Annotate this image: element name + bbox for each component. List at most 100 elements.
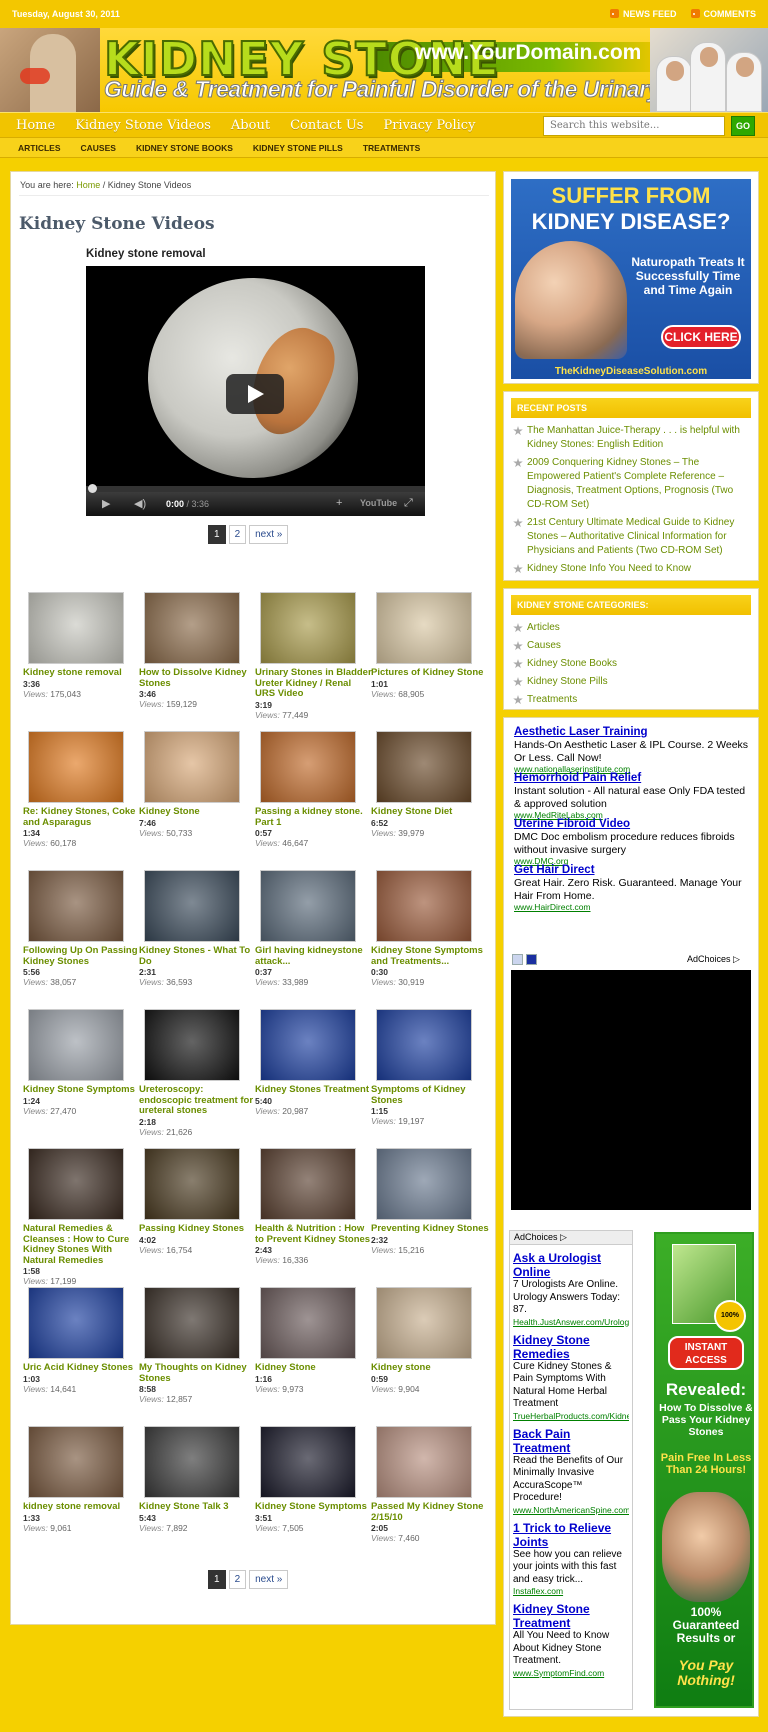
video-thumbnail[interactable] xyxy=(28,1426,124,1498)
recent-post-link[interactable]: 2009 Conquering Kidney Stones – The Empo… xyxy=(511,456,751,512)
video-item[interactable]: Preventing Kidney Stones 2:32 Views: 15,21… xyxy=(371,1148,489,1255)
ad-title-link[interactable]: Kidney Stone Remedies xyxy=(513,1333,629,1361)
video-title-link[interactable]: Passing Kidney Stones xyxy=(139,1223,257,1235)
nav-privacy-policy[interactable]: Privacy Policy xyxy=(373,118,485,133)
video-item[interactable]: Uric Acid Kidney Stones 1:03 Views: 14,641 xyxy=(23,1287,133,1394)
video-thumbnail[interactable] xyxy=(260,1426,356,1498)
breadcrumb-home[interactable]: Home xyxy=(76,180,100,190)
nav-contact-us[interactable]: Contact Us xyxy=(280,118,373,133)
recent-post-link[interactable]: The Manhattan Juice-Therapy . . . is hel… xyxy=(511,424,751,452)
video-title-link[interactable]: Passed My Kidney Stone 2/15/10 xyxy=(371,1501,489,1523)
video-item[interactable]: How to Dissolve Kidney Stones 3:46 Views: … xyxy=(139,592,249,709)
video-thumbnail[interactable] xyxy=(28,1148,124,1220)
video-item[interactable]: Kidney Stones Treatment 5:40 Views: 20,987 xyxy=(255,1009,369,1116)
ad-title-link[interactable]: Ask a Urologist Online xyxy=(513,1251,629,1279)
video-item[interactable]: Urinary Stones in Bladder Ureter Kidney … xyxy=(255,592,372,720)
video-ad-placeholder[interactable] xyxy=(511,970,751,1210)
text-ad[interactable]: 1 Trick to Relieve Joints See how you can… xyxy=(510,1521,632,1597)
text-ad[interactable]: Aesthetic Laser Training Hands-On Aesthet… xyxy=(514,726,750,774)
page-1[interactable]: 1 xyxy=(208,525,226,544)
video-title-link[interactable]: Urinary Stones in Bladder Ureter Kidney … xyxy=(255,667,373,700)
text-ad[interactable]: Kidney Stone Treatment All You Need to Kn… xyxy=(510,1602,632,1678)
youtube-logo[interactable]: YouTube xyxy=(360,498,397,508)
video-item[interactable]: Natural Remedies & Cleanses : How to Cur… xyxy=(23,1148,133,1286)
category-treatments[interactable]: Treatments xyxy=(511,693,751,707)
text-ad[interactable]: Uterine Fibroid Video DMC Doc embolism pr… xyxy=(514,818,750,866)
recent-post-link[interactable]: 21st Century Ultimate Medical Guide to K… xyxy=(511,516,751,558)
progress-handle[interactable] xyxy=(88,484,97,493)
video-title-link[interactable]: Kidney Stone Talk 3 xyxy=(139,1501,257,1513)
video-item[interactable]: Kidney Stone Symptoms 3:51 Views: 7,505 xyxy=(255,1426,367,1533)
video-title-link[interactable]: Kidney stone removal xyxy=(23,667,141,679)
video-title-link[interactable]: Following Up On Passing Kidney Stones xyxy=(23,945,141,967)
next-ad-icon[interactable] xyxy=(526,954,537,965)
video-thumbnail[interactable] xyxy=(260,1009,356,1081)
video-item[interactable]: Pictures of Kidney Stone 1:01 Views: 68,90… xyxy=(371,592,483,699)
video-title-link[interactable]: Ureteroscopy: endoscopic treatment for u… xyxy=(139,1084,257,1117)
video-item[interactable]: Girl having kidneystone attack... 0:37 Vie… xyxy=(255,870,365,987)
ad-title-link[interactable]: Aesthetic Laser Training xyxy=(514,726,750,739)
video-item[interactable]: Following Up On Passing Kidney Stones 5:5… xyxy=(23,870,138,987)
video-title-link[interactable]: Kidney Stone xyxy=(139,806,257,818)
video-title-link[interactable]: Re: Kidney Stones, Coke and Asparagus xyxy=(23,806,141,828)
ad-title-link[interactable]: Uterine Fibroid Video xyxy=(514,818,750,831)
video-thumbnail[interactable] xyxy=(376,731,472,803)
category-kidney-stone-pills[interactable]: Kidney Stone Pills xyxy=(511,675,751,689)
video-title-link[interactable]: How to Dissolve Kidney Stones xyxy=(139,667,257,689)
category-kidney-stone-books[interactable]: Kidney Stone Books xyxy=(511,657,751,671)
video-thumbnail[interactable] xyxy=(260,592,356,664)
text-ad[interactable]: Kidney Stone Remedies Cure Kidney Stones … xyxy=(510,1333,632,1421)
video-item[interactable]: Kidney Stone Talk 3 5:43 Views: 7,892 xyxy=(139,1426,249,1533)
video-thumbnail[interactable] xyxy=(376,1009,472,1081)
video-title-link[interactable]: Kidney Stones - What To Do xyxy=(139,945,257,967)
play-icon[interactable] xyxy=(226,374,284,414)
ad-title-link[interactable]: Hemorrhoid Pain Relief xyxy=(514,772,750,785)
video-thumbnail[interactable] xyxy=(376,1148,472,1220)
video-thumbnail[interactable] xyxy=(28,870,124,942)
recent-post-link[interactable]: Kidney Stone Info You Need to Know xyxy=(511,562,751,576)
video-thumbnail[interactable] xyxy=(28,1287,124,1359)
video-item[interactable]: kidney stone removal 1:33 Views: 9,061 xyxy=(23,1426,133,1533)
video-item[interactable]: Passing Kidney Stones 4:02 Views: 16,754 xyxy=(139,1148,249,1255)
prev-ad-icon[interactable] xyxy=(512,954,523,965)
video-thumbnail[interactable] xyxy=(144,1426,240,1498)
video-title-link[interactable]: My Thoughts on Kidney Stones xyxy=(139,1362,257,1384)
video-thumbnail[interactable] xyxy=(376,870,472,942)
text-ad[interactable]: Get Hair Direct Great Hair. Zero Risk. Gu… xyxy=(514,864,750,912)
subnav-treatments[interactable]: TREATMENTS xyxy=(353,143,430,153)
ad-title-link[interactable]: Kidney Stone Treatment xyxy=(513,1602,629,1630)
ad-title-link[interactable]: Back Pain Treatment xyxy=(513,1427,629,1455)
page-1[interactable]: 1 xyxy=(208,1570,226,1589)
video-title-link[interactable]: Kidney Stone Symptoms xyxy=(255,1501,373,1513)
video-thumbnail[interactable] xyxy=(144,731,240,803)
subnav-causes[interactable]: CAUSES xyxy=(71,143,126,153)
subnav-articles[interactable]: ARTICLES xyxy=(8,143,71,153)
page-2[interactable]: 2 xyxy=(228,1570,247,1589)
video-title-link[interactable]: Symptoms of Kidney Stones xyxy=(371,1084,489,1106)
click-here-button[interactable]: CLICK HERE xyxy=(661,325,741,349)
video-thumbnail[interactable] xyxy=(260,870,356,942)
video-item[interactable]: Ureteroscopy: endoscopic treatment for u… xyxy=(139,1009,253,1137)
next-page[interactable]: next » xyxy=(249,525,289,544)
category-articles[interactable]: Articles xyxy=(511,621,751,635)
volume-icon[interactable]: ◀) xyxy=(134,497,146,510)
video-item[interactable]: Kidney Stone Diet 6:52 Views: 39,979 xyxy=(371,731,481,838)
comments-link[interactable]: COMMENTS xyxy=(690,9,756,19)
page-2[interactable]: 2 xyxy=(228,525,247,544)
video-thumbnail[interactable] xyxy=(144,1287,240,1359)
video-title-link[interactable]: Pictures of Kidney Stone xyxy=(371,667,489,679)
video-thumbnail[interactable] xyxy=(28,1009,124,1081)
search-input[interactable]: Search this website... xyxy=(543,116,725,136)
text-ad[interactable]: Back Pain Treatment Read the Benefits of … xyxy=(510,1427,632,1515)
play-small-icon[interactable]: ▶ xyxy=(102,497,110,510)
category-causes[interactable]: Causes xyxy=(511,639,751,653)
video-title-link[interactable]: Girl having kidneystone attack... xyxy=(255,945,373,967)
fullscreen-icon[interactable]: ⤢ xyxy=(404,497,413,510)
dissolve-stones-ad[interactable]: 100% INSTANT ACCESS Revealed: How To Dis… xyxy=(654,1232,754,1708)
nav-kidney-stone-videos[interactable]: Kidney Stone Videos xyxy=(65,118,221,133)
video-thumbnail[interactable] xyxy=(260,1287,356,1359)
video-title-link[interactable]: Kidney stone xyxy=(371,1362,489,1374)
video-thumbnail[interactable] xyxy=(144,592,240,664)
video-thumbnail[interactable] xyxy=(376,1426,472,1498)
video-title-link[interactable]: Health & Nutrition : How to Prevent Kidn… xyxy=(255,1223,373,1245)
